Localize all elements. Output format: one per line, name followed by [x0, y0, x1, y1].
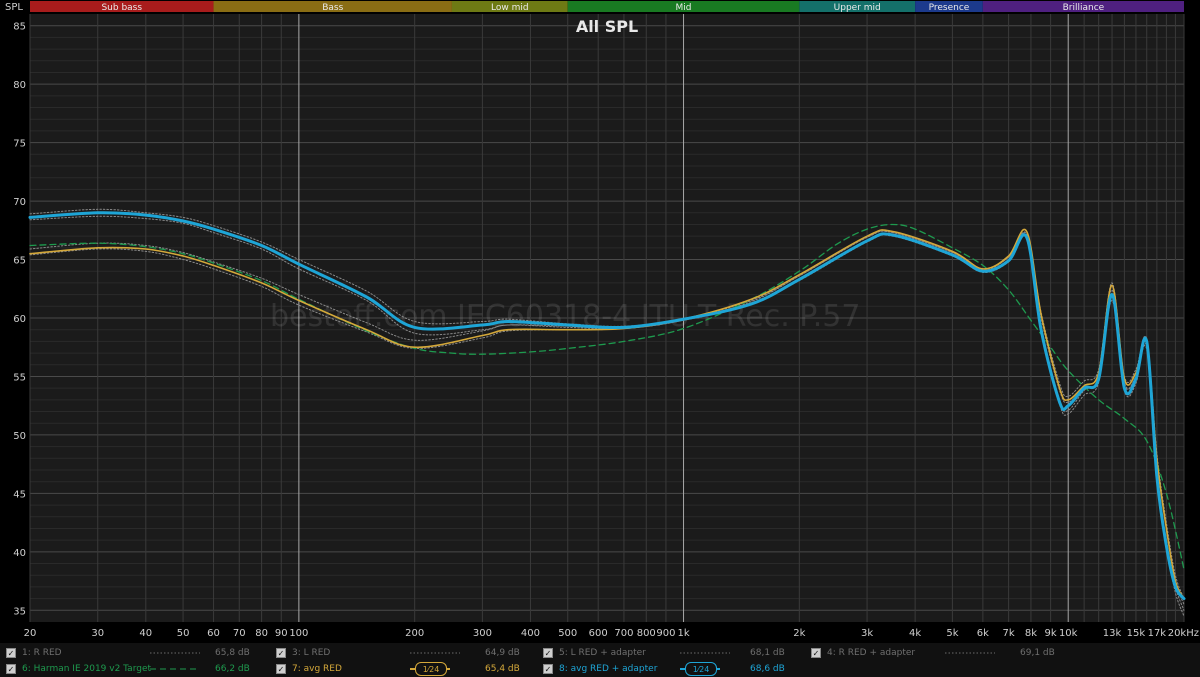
x-tick-700: 700: [614, 628, 633, 639]
y-tick-80: 80: [13, 80, 26, 91]
legend-item-3[interactable]: ✓ 5: L RED + adapter: [543, 645, 646, 661]
legend-series-name: 6: Harman IE 2019 v2 Target: [22, 664, 152, 674]
y-tick-45: 45: [13, 489, 26, 500]
smoothing-badge[interactable]: 1⁄24: [415, 662, 447, 676]
legend-series-name: 1: R RED: [22, 648, 62, 658]
y-tick-60: 60: [13, 314, 26, 325]
x-tick-60: 60: [207, 628, 220, 639]
band-label-2: Low mid: [491, 3, 529, 13]
rew-spl-chart: Sub bass Bass Low mid Mid Upper mid Presence B…: [0, 0, 1200, 677]
y-tick-50: 50: [13, 431, 26, 442]
y-tick-85: 85: [13, 22, 26, 33]
legend-checkbox[interactable]: ✓: [543, 664, 553, 674]
legend-series-name: 3: L RED: [292, 648, 331, 658]
x-tick-17000: 17k: [1148, 628, 1167, 639]
y-tick-65: 65: [13, 256, 26, 267]
x-tick-1000: 1k: [677, 628, 689, 639]
legend-item-2[interactable]: ✓ 3: L RED: [276, 645, 330, 661]
legend-value: 65,4 dB: [485, 664, 520, 674]
x-tick-70: 70: [233, 628, 246, 639]
legend-checkbox[interactable]: ✓: [276, 664, 286, 674]
band-label-4: Upper mid: [834, 3, 881, 13]
band-label-1: Bass: [322, 3, 343, 13]
band-label-6: Brilliance: [1063, 3, 1105, 13]
legend-line-sample: [150, 652, 200, 654]
y-tick-70: 70: [13, 197, 26, 208]
x-tick-20: 20: [24, 628, 37, 639]
x-tick-10000: 10k: [1059, 628, 1078, 639]
x-tick-6000: 6k: [977, 628, 989, 639]
x-tick-80: 80: [255, 628, 268, 639]
legend-checkbox[interactable]: ✓: [6, 648, 16, 658]
y-tick-55: 55: [13, 372, 26, 383]
legend-line-sample: [945, 652, 995, 654]
legend-series-name: 4: R RED + adapter: [827, 648, 916, 658]
x-tick-30: 30: [91, 628, 104, 639]
x-tick-300: 300: [473, 628, 492, 639]
band-label-0: Sub bass: [101, 3, 142, 13]
x-tick-5000: 5k: [946, 628, 958, 639]
legend-value: 69,1 dB: [1020, 648, 1055, 658]
legend-item-6[interactable]: ✓ 7: avg RED: [276, 661, 342, 677]
legend-series-name: 8: avg RED + adapter: [559, 664, 658, 674]
legend-value: 68,1 dB: [750, 648, 785, 658]
band-label-3: Mid: [676, 3, 692, 13]
x-tick-200: 200: [405, 628, 424, 639]
legend-checkbox[interactable]: ✓: [811, 648, 821, 658]
frequency-band-bar: Sub bass Bass Low mid Mid Upper mid Presence B…: [30, 1, 1184, 13]
x-tick-90: 90: [275, 628, 288, 639]
x-tick-8000: 8k: [1025, 628, 1037, 639]
legend-series-name: 5: L RED + adapter: [559, 648, 646, 658]
legend-value: 66,2 dB: [215, 664, 250, 674]
chart-title: All SPL: [576, 17, 638, 36]
x-tick-13000: 13k: [1103, 628, 1122, 639]
legend-line-sample: [680, 652, 730, 654]
legend-line-sample: [410, 652, 460, 654]
legend-series-name: 7: avg RED: [292, 664, 342, 674]
smoothing-badge[interactable]: 1⁄24: [685, 662, 717, 676]
legend-checkbox[interactable]: ✓: [276, 648, 286, 658]
legend: ✓ 1: R RED 65,8 dB ✓ 3: L RED 64,9 dB ✓ 5: L RE…: [0, 643, 1200, 677]
x-tick-800: 800: [637, 628, 656, 639]
x-tick-500: 500: [558, 628, 577, 639]
x-tick-15000: 15k: [1127, 628, 1146, 639]
x-tick-100: 100: [289, 628, 308, 639]
x-tick-40: 40: [139, 628, 152, 639]
legend-checkbox[interactable]: ✓: [6, 664, 16, 674]
y-axis-label: SPL: [5, 2, 23, 13]
x-tick-400: 400: [521, 628, 540, 639]
x-tick-600: 600: [589, 628, 608, 639]
legend-item-1[interactable]: ✓ 1: R RED: [6, 645, 62, 661]
legend-value: 65,8 dB: [215, 648, 250, 658]
x-tick-20000: 20kHz: [1168, 628, 1199, 639]
legend-checkbox[interactable]: ✓: [543, 648, 553, 658]
x-tick-2000: 2k: [793, 628, 805, 639]
y-tick-40: 40: [13, 548, 26, 559]
y-tick-35: 35: [13, 606, 26, 617]
x-tick-9000: 9k: [1045, 628, 1057, 639]
legend-value: 68,6 dB: [750, 664, 785, 674]
legend-item-4[interactable]: ✓ 4: R RED + adapter: [811, 645, 915, 661]
y-tick-75: 75: [13, 139, 26, 150]
legend-item-5[interactable]: ✓ 6: Harman IE 2019 v2 Target: [6, 661, 151, 677]
x-tick-50: 50: [177, 628, 190, 639]
x-tick-900: 900: [656, 628, 675, 639]
band-label-5: Presence: [929, 3, 970, 13]
x-tick-4000: 4k: [909, 628, 921, 639]
x-tick-3000: 3k: [861, 628, 873, 639]
legend-value: 64,9 dB: [485, 648, 520, 658]
legend-line-sample: [150, 668, 200, 670]
legend-item-7[interactable]: ✓ 8: avg RED + adapter: [543, 661, 657, 677]
x-tick-7000: 7k: [1003, 628, 1015, 639]
